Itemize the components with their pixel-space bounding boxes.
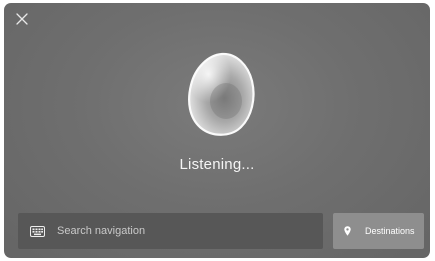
- voice-assistant-screen: Listening... Search navigation Destinati…: [4, 3, 430, 258]
- destinations-label: Destinations: [365, 226, 415, 236]
- close-icon: [16, 13, 28, 25]
- destinations-button[interactable]: Destinations: [333, 213, 424, 249]
- search-navigation-field[interactable]: Search navigation: [18, 213, 323, 249]
- location-pin-icon: [344, 226, 351, 236]
- listening-status: Listening...: [179, 156, 255, 173]
- voice-orb: [186, 51, 256, 137]
- keyboard-icon: [30, 225, 45, 237]
- close-button[interactable]: [14, 11, 30, 27]
- search-placeholder: Search navigation: [57, 225, 146, 237]
